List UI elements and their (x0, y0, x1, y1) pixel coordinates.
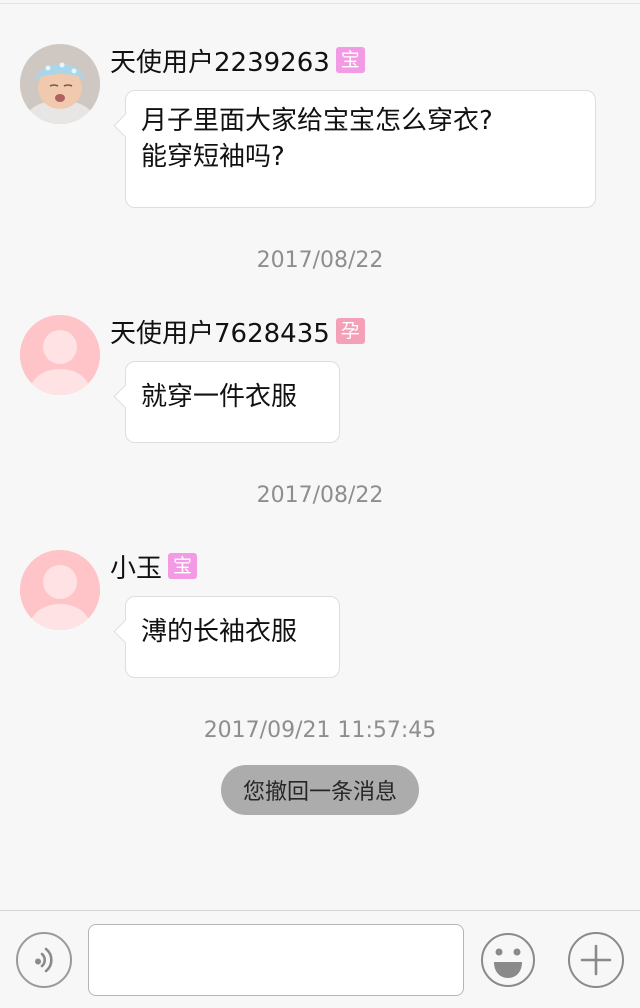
username[interactable]: 天使用户7628435 (110, 313, 330, 350)
more-button[interactable] (568, 932, 624, 988)
voice-icon (35, 947, 53, 973)
message-input[interactable] (88, 924, 464, 996)
voice-button[interactable] (16, 932, 72, 988)
pregnancy-stage-badge: 孕 (335, 318, 365, 344)
message-bubble[interactable]: 月子里面大家给宝宝怎么穿衣? 能穿短袖吗? (125, 90, 596, 208)
baby-photo-icon (20, 44, 100, 124)
message-bubble[interactable]: 就穿一件衣服 (125, 361, 340, 443)
baby-stage-badge: 宝 (168, 553, 198, 579)
message-line: 月子里面大家给宝宝怎么穿衣? (141, 106, 493, 136)
plus-icon (580, 944, 612, 976)
message-text: 溥的长袖衣服 (141, 617, 298, 647)
message-text: 就穿一件衣服 (141, 382, 298, 412)
timestamp: 2017/08/22 (256, 483, 384, 508)
emoji-icon (481, 933, 535, 987)
baby-stage-badge: 宝 (335, 47, 365, 73)
username-row: 小玉 宝 (110, 548, 198, 585)
recall-notice: 您撤回一条消息 (221, 765, 419, 815)
avatar[interactable] (20, 44, 100, 124)
username[interactable]: 天使用户2239263 (110, 42, 330, 79)
username-row: 天使用户2239263 宝 (110, 42, 365, 79)
input-bar (0, 910, 640, 1008)
avatar[interactable] (20, 550, 100, 630)
top-divider (0, 0, 640, 4)
timestamp: 2017/08/22 (256, 248, 384, 273)
default-avatar-icon (20, 315, 100, 395)
username[interactable]: 小玉 (110, 548, 162, 585)
emoji-button[interactable] (480, 932, 536, 988)
chat-screen: 天使用户2239263 宝 月子里面大家给宝宝怎么穿衣? 能穿短袖吗? 2017… (0, 0, 640, 1008)
username-row: 天使用户7628435 孕 (110, 313, 365, 350)
timestamp: 2017/09/21 11:57:45 (203, 718, 437, 743)
message-bubble[interactable]: 溥的长袖衣服 (125, 596, 340, 678)
avatar[interactable] (20, 315, 100, 395)
message-line: 能穿短袖吗? (141, 142, 285, 172)
default-avatar-icon (20, 550, 100, 630)
